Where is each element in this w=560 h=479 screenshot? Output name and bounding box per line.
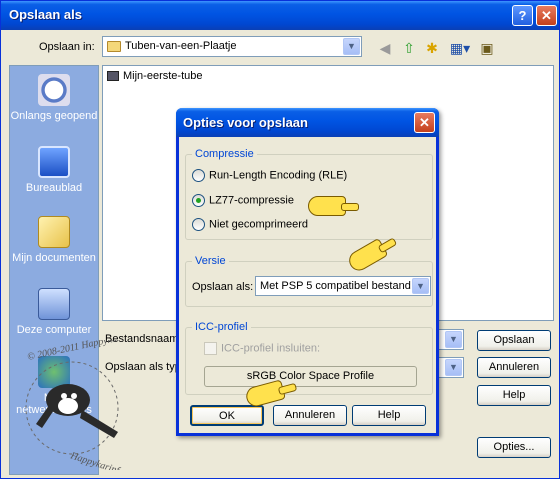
close-dialog-button[interactable]: ✕ xyxy=(414,112,435,133)
dialog-cancel-button[interactable]: Annuleren xyxy=(273,405,347,426)
place-recent[interactable]: Onlangs geopend xyxy=(10,74,98,122)
help-title-button[interactable]: ? xyxy=(512,5,533,26)
save-options-dialog: Opties voor opslaan ✕ Compressie Run-Len… xyxy=(176,108,439,436)
view-menu-icon[interactable]: ▦▾ xyxy=(447,39,473,57)
version-select[interactable]: Met PSP 5 compatibel bestand ▼ xyxy=(255,276,431,296)
close-window-button[interactable]: ✕ xyxy=(536,5,557,26)
chevron-down-icon[interactable]: ▼ xyxy=(412,278,429,294)
new-folder-icon[interactable]: ✱ xyxy=(422,39,442,57)
pointing-hand-icon xyxy=(308,196,359,216)
chevron-down-icon[interactable]: ▼ xyxy=(445,331,462,348)
chevron-down-icon[interactable]: ▼ xyxy=(445,359,462,376)
title-bar[interactable]: Opslaan als ? ✕ xyxy=(1,1,559,30)
radio-rle[interactable]: Run-Length Encoding (RLE) xyxy=(192,169,347,182)
save-button[interactable]: Opslaan xyxy=(477,330,551,351)
place-my-computer[interactable]: Deze computer xyxy=(10,288,98,336)
recent-documents-icon xyxy=(38,74,70,106)
desktop-icon xyxy=(38,146,70,178)
version-group: Versie Opslaan als: Met PSP 5 compatibel… xyxy=(185,255,433,307)
chevron-down-icon[interactable]: ▼ xyxy=(343,38,360,55)
file-icon xyxy=(107,71,119,82)
place-desktop[interactable]: Bureaublad xyxy=(10,146,98,194)
place-my-documents[interactable]: Mijn documenten xyxy=(10,216,98,264)
back-icon[interactable]: ◀ xyxy=(375,39,395,57)
radio-uncompressed[interactable]: Niet gecomprimeerd xyxy=(192,218,308,231)
options-button[interactable]: Opties... xyxy=(477,437,551,458)
version-label: Opslaan als: xyxy=(192,281,254,293)
my-documents-icon xyxy=(38,216,70,248)
up-folder-icon[interactable]: ⇧ xyxy=(399,39,419,57)
icc-title: ICC-profiel xyxy=(192,321,251,333)
ok-button[interactable]: OK xyxy=(190,405,264,426)
my-computer-icon xyxy=(38,288,70,320)
window-title: Opslaan als xyxy=(9,7,82,22)
tools-icon[interactable]: ▣ xyxy=(477,39,497,57)
list-item[interactable]: Mijn-eerste-tube xyxy=(107,70,202,82)
icc-embed-checkbox[interactable]: ICC-profiel insluiten: xyxy=(204,342,320,355)
lookin-label: Opslaan in: xyxy=(39,41,95,53)
cancel-button[interactable]: Annuleren xyxy=(477,357,551,378)
icc-group: ICC-profiel ICC-profiel insluiten: sRGB … xyxy=(185,321,433,395)
folder-icon xyxy=(107,40,121,52)
watermark-logo: © 2008-2011 Happykarin Happykarinfan © 2… xyxy=(25,340,160,470)
dialog-title: Opties voor opslaan xyxy=(183,115,308,130)
dialog-title-bar[interactable]: Opties voor opslaan ✕ xyxy=(176,108,439,137)
dialog-help-button[interactable]: Help xyxy=(352,405,426,426)
compression-group: Compressie Run-Length Encoding (RLE) LZ7… xyxy=(185,148,433,240)
svg-text:Happykarinfan © 2008-2011: Happykarinfan © 2008-2011 xyxy=(68,450,160,470)
compression-title: Compressie xyxy=(192,148,257,160)
version-title: Versie xyxy=(192,255,229,267)
lookin-combo[interactable]: Tuben-van-een-Plaatje ▼ xyxy=(102,36,362,57)
icc-profile-button[interactable]: sRGB Color Space Profile xyxy=(204,366,417,387)
svg-text:© 2008-2011 Happykarin: © 2008-2011 Happykarin xyxy=(26,340,129,363)
radio-lz77[interactable]: LZ77-compressie xyxy=(192,194,294,207)
help-button[interactable]: Help xyxy=(477,385,551,406)
